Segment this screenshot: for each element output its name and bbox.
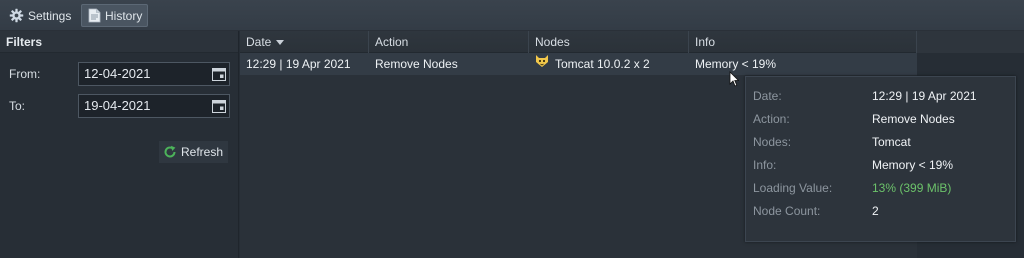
tooltip-row-node-count: Node Count: 2: [746, 204, 1016, 222]
to-label: To:: [9, 99, 26, 113]
column-header-date[interactable]: Date: [240, 31, 369, 53]
from-date-value: 12-04-2021: [84, 66, 151, 81]
tooltip-row-date: Date: 12:29 | 19 Apr 2021: [746, 89, 1016, 107]
tooltip-key: Nodes:: [753, 135, 792, 149]
table-row[interactable]: 12:29 | 19 Apr 2021 Remove Nodes Tomcat …: [240, 53, 917, 75]
column-header-nodes-label: Nodes: [535, 35, 570, 49]
tooltip-value: 2: [872, 204, 879, 218]
cell-action: Remove Nodes: [375, 57, 458, 71]
tooltip-value: Remove Nodes: [872, 112, 955, 126]
tab-history-label: History: [105, 8, 143, 23]
tooltip-value: Memory < 19%: [872, 158, 954, 172]
from-label: From:: [9, 67, 41, 81]
tooltip-key: Action:: [753, 112, 790, 126]
from-date-field[interactable]: 12-04-2021: [78, 62, 230, 86]
column-header-info-label: Info: [695, 35, 716, 49]
column-header-date-label: Date: [246, 35, 272, 49]
tooltip-value: 12:29 | 19 Apr 2021: [872, 89, 977, 103]
column-header-action-label: Action: [375, 35, 409, 49]
refresh-label: Refresh: [181, 145, 224, 159]
cell-nodes: Tomcat 10.0.2 x 2: [529, 53, 689, 75]
tooltip-key: Info:: [753, 158, 777, 172]
sort-down-icon: [276, 40, 285, 46]
calendar-icon[interactable]: [211, 66, 227, 82]
refresh-button[interactable]: Refresh: [159, 141, 228, 163]
grid-header: Date Action Nodes Info: [240, 31, 1024, 53]
tooltip-row-loading-value: Loading Value: 13% (399 MiB): [746, 181, 1016, 199]
cell-nodes-text: Tomcat 10.0.2 x 2: [555, 57, 650, 71]
tomcat-icon: [535, 53, 549, 75]
filters-panel: Filters From: 12-04-2021 To: 19-04-2021: [0, 31, 239, 258]
column-header-info[interactable]: Info: [689, 31, 917, 53]
tooltip-row-nodes: Nodes: Tomcat: [746, 135, 1016, 153]
to-date-field[interactable]: 19-04-2021: [78, 94, 230, 118]
filters-title: Filters: [0, 31, 238, 53]
document-icon: [88, 8, 101, 23]
tooltip-row-action: Action: Remove Nodes: [746, 112, 1016, 130]
mouse-cursor-icon: [729, 71, 740, 90]
column-header-nodes[interactable]: Nodes: [529, 31, 689, 53]
tooltip-value: Tomcat: [872, 135, 911, 149]
tab-settings-label: Settings: [28, 8, 72, 23]
tooltip-key: Date:: [753, 89, 782, 103]
cell-info: Memory < 19%: [695, 57, 777, 71]
tooltip-row-info: Info: Memory < 19%: [746, 158, 1016, 176]
top-tab-bar: Settings History: [0, 0, 1024, 31]
row-details-tooltip: Date: 12:29 | 19 Apr 2021 Action: Remove…: [745, 76, 1016, 242]
tooltip-key: Loading Value:: [753, 181, 833, 195]
tab-settings[interactable]: Settings: [3, 4, 78, 27]
gear-icon: [9, 8, 24, 23]
tab-history[interactable]: History: [81, 4, 148, 27]
column-header-filler: [917, 31, 1024, 53]
calendar-icon[interactable]: [211, 98, 227, 114]
column-header-action[interactable]: Action: [369, 31, 529, 53]
tooltip-value: 13% (399 MiB): [872, 181, 952, 195]
cell-date: 12:29 | 19 Apr 2021: [246, 57, 351, 71]
refresh-icon: [163, 145, 177, 159]
to-date-value: 19-04-2021: [84, 98, 151, 113]
tooltip-key: Node Count:: [753, 204, 821, 218]
